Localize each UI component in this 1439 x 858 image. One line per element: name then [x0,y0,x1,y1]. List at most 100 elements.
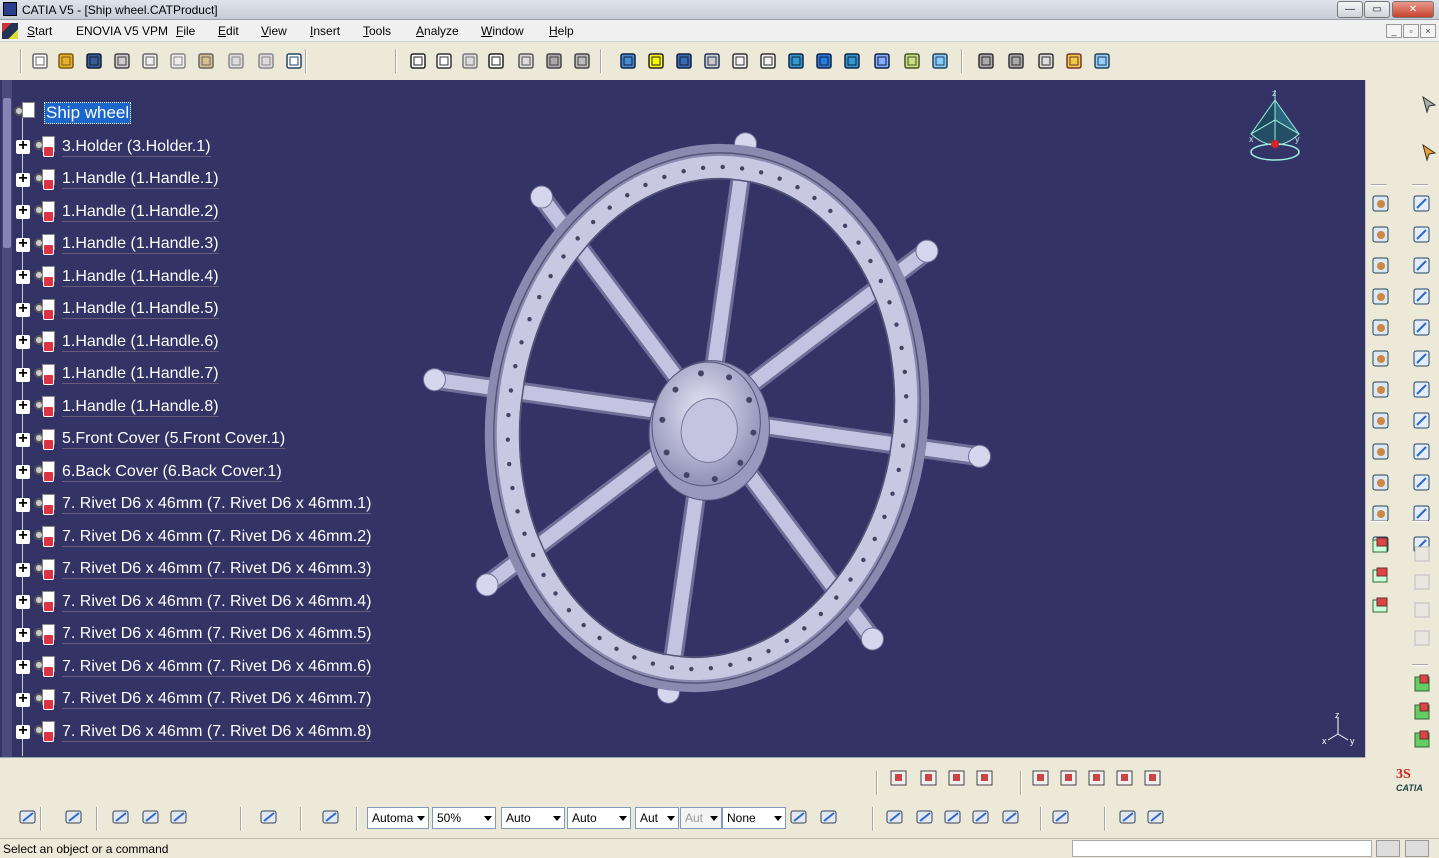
change-constraint-icon[interactable] [1412,442,1434,464]
flexible-icon[interactable] [1412,411,1434,433]
expand-icon[interactable]: + [16,658,30,674]
expand-icon[interactable]: + [16,170,30,187]
tree-node[interactable]: +1.Handle (1.Handle.4) [16,265,219,289]
catalog-icon[interactable] [543,50,565,72]
expand-icon[interactable]: + [16,560,30,577]
menu-insert[interactable]: Insert [310,24,340,38]
update-all-icon[interactable] [258,806,280,828]
catia-app-icon[interactable] [3,2,17,16]
tree-node-label[interactable]: 1.Handle (1.Handle.6) [62,333,219,352]
existing-positioning-icon[interactable] [1371,225,1393,247]
tree-node[interactable]: +7. Rivet D6 x 46mm (7. Rivet D6 x 46mm.… [16,655,372,679]
tree-node[interactable]: +1.Handle (1.Handle.1) [16,168,219,192]
property-select-4[interactable]: Auto [567,807,631,829]
sectioning-icon[interactable] [1086,767,1108,789]
reuse-pattern-icon[interactable] [1412,473,1434,495]
hide-show-icon[interactable] [901,50,923,72]
contact-icon[interactable] [1412,225,1434,247]
multi-instantiation-icon[interactable] [1371,411,1393,433]
compass-widget[interactable]: z x y [1243,86,1307,176]
new-icon[interactable] [29,50,51,72]
swap-space-icon[interactable] [929,50,951,72]
open-icon[interactable] [55,50,77,72]
expand-icon[interactable]: + [16,333,30,349]
expand-icon[interactable]: + [16,495,30,512]
settings-icon[interactable] [1419,94,1439,116]
mdi-minimize-button[interactable]: _ [1386,24,1402,38]
cut-section-icon[interactable] [888,767,910,789]
property-select-1[interactable]: Automa [367,807,429,829]
status-button-1[interactable] [1376,840,1400,857]
tree-node-label[interactable]: 1.Handle (1.Handle.2) [62,203,219,222]
coincidence-icon[interactable] [1412,194,1434,216]
tree-node-label[interactable]: 7. Rivet D6 x 46mm (7. Rivet D6 x 46mm.2… [62,528,372,547]
tree-node-label[interactable]: 7. Rivet D6 x 46mm (7. Rivet D6 x 46mm.6… [62,658,372,677]
tree-root[interactable]: Ship wheel [14,102,132,124]
bill-of-material-icon[interactable] [974,767,996,789]
menu-window[interactable]: Window [481,24,524,38]
save-icon[interactable] [83,50,105,72]
tree-node[interactable]: +7. Rivet D6 x 46mm (7. Rivet D6 x 46mm.… [16,558,372,582]
expand-icon[interactable]: + [16,138,30,154]
quick-constraint-icon[interactable] [1412,380,1434,402]
tree-node[interactable]: +7. Rivet D6 x 46mm (7. Rivet D6 x 46mm.… [16,623,372,647]
mdi-close-button[interactable]: × [1420,24,1436,38]
expand-icon[interactable]: + [16,235,30,252]
analysis-icon-2[interactable] [1371,566,1393,588]
fit-all-icon[interactable] [645,50,667,72]
tree-node-label[interactable]: 7. Rivet D6 x 46mm (7. Rivet D6 x 46mm.5… [62,625,372,644]
tree-node[interactable]: +7. Rivet D6 x 46mm (7. Rivet D6 x 46mm.… [16,493,372,517]
assembly-icon[interactable] [975,50,997,72]
property-select-3[interactable]: Auto [501,807,565,829]
property-select-7[interactable]: None [722,807,786,829]
scene-icon[interactable] [918,767,940,789]
tree-node[interactable]: +5.Front Cover (5.Front Cover.1) [16,428,286,452]
menu-enovia-v5-vpm[interactable]: ENOVIA V5 VPM [76,24,168,38]
battery-icon[interactable] [168,806,190,828]
zoom-in-icon[interactable] [729,50,751,72]
expand-icon[interactable]: + [16,268,30,284]
grid-icon[interactable] [1050,806,1072,828]
tree-root-label[interactable]: Ship wheel [44,102,132,124]
tree-node-label[interactable]: 1.Handle (1.Handle.8) [62,398,219,417]
expand-icon[interactable]: + [16,690,30,707]
tree-node-label[interactable]: 3.Holder (3.Holder.1) [62,138,211,157]
expand-icon[interactable]: + [16,300,30,317]
knowledge-icon[interactable] [571,50,593,72]
tree-node-label[interactable]: 1.Handle (1.Handle.1) [62,170,219,189]
menu-start[interactable]: Start [27,24,52,38]
reorder-icon[interactable] [1371,473,1393,495]
compute-icon[interactable] [1412,702,1434,724]
annotation-icon[interactable] [946,767,968,789]
generate-numbering-icon[interactable] [1371,318,1393,340]
redo-icon[interactable] [255,50,277,72]
expand-icon[interactable]: + [16,463,30,479]
constraint-icon[interactable] [1005,50,1027,72]
copy-icon[interactable] [167,50,189,72]
tree-node-label[interactable]: 1.Handle (1.Handle.3) [62,235,219,254]
fix-together-icon[interactable] [1412,349,1434,371]
tree-node[interactable]: +7. Rivet D6 x 46mm (7. Rivet D6 x 46mm.… [16,688,372,712]
tree-node[interactable]: +7. Rivet D6 x 46mm (7. Rivet D6 x 46mm.… [16,590,372,614]
menu-tools[interactable]: Tools [363,24,391,38]
tree-node[interactable]: +1.Handle (1.Handle.2) [16,200,219,224]
tree-node-label[interactable]: 1.Handle (1.Handle.5) [62,300,219,319]
menu-view[interactable]: View [261,24,287,38]
command-input[interactable] [1072,840,1372,857]
multi-view-icon[interactable] [813,50,835,72]
minimize-button[interactable]: — [1337,1,1363,18]
cut-icon[interactable] [139,50,161,72]
fix-icon[interactable] [1412,318,1434,340]
view-icon-1[interactable] [1117,806,1139,828]
paint-icon[interactable] [788,806,810,828]
update-icon[interactable] [1412,504,1434,526]
rotate-icon[interactable] [701,50,723,72]
pan-icon[interactable] [673,50,695,72]
tree-node[interactable]: +1.Handle (1.Handle.6) [16,330,219,354]
graph-tree-icon[interactable] [1371,287,1393,309]
zoom-out-icon[interactable] [757,50,779,72]
fast-multi-instantiation-icon[interactable] [1371,442,1393,464]
highlight-icon[interactable] [818,806,840,828]
track-icon[interactable] [1142,767,1164,789]
replace-component-icon[interactable] [1371,256,1393,278]
